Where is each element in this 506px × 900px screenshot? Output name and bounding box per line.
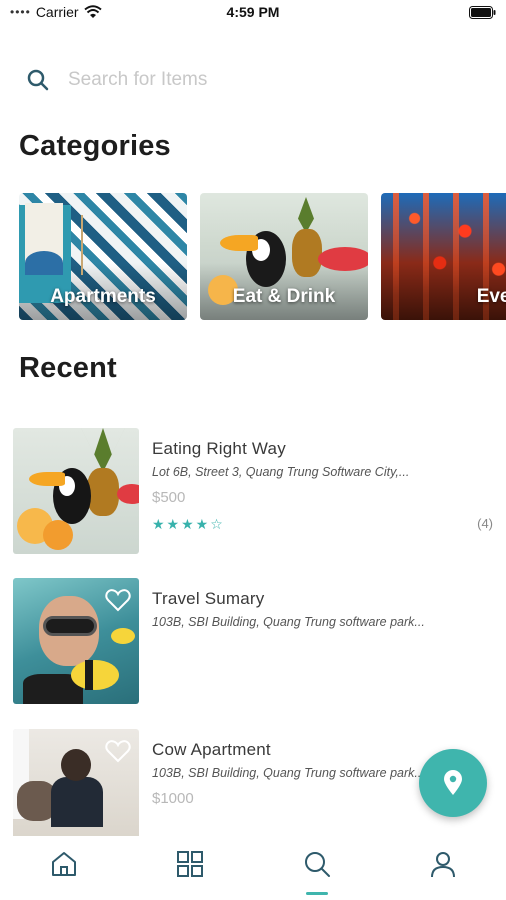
item-thumbnail xyxy=(13,578,139,704)
categories-title: Categories xyxy=(19,130,171,162)
status-bar: •••• Carrier 4:59 PM xyxy=(0,0,506,26)
item-address: 103B, SBI Building, Quang Trung software… xyxy=(152,766,425,780)
tab-bar xyxy=(0,836,506,900)
battery-icon xyxy=(469,6,496,19)
item-title: Cow Apartment xyxy=(152,740,271,759)
item-title: Travel Sumary xyxy=(152,589,265,608)
active-tab-indicator xyxy=(306,892,328,895)
category-label: Eat & Drink xyxy=(232,286,336,307)
category-card-apartments[interactable]: Apartments xyxy=(19,193,187,320)
categories-carousel[interactable]: Apartments Eat & Drink Events xyxy=(19,193,506,321)
heart-outline-icon[interactable] xyxy=(105,588,131,612)
map-fab-button[interactable] xyxy=(419,749,487,817)
status-time: 4:59 PM xyxy=(226,4,280,20)
map-pin-icon xyxy=(444,770,462,795)
category-label: Apartments xyxy=(50,286,156,307)
tab-home[interactable] xyxy=(34,850,94,894)
item-address: Lot 6B, Street 3, Quang Trung Software C… xyxy=(152,465,410,479)
item-title: Eating Right Way xyxy=(152,439,286,458)
grid-icon xyxy=(177,851,203,877)
item-price: $1000 xyxy=(152,790,194,807)
category-card-eat-drink[interactable]: Eat & Drink xyxy=(200,193,368,320)
item-address: 103B, SBI Building, Quang Trung software… xyxy=(152,615,425,629)
search-icon xyxy=(27,69,49,91)
category-card-events[interactable]: Events xyxy=(381,193,506,320)
search-bar[interactable] xyxy=(22,60,482,100)
tab-profile[interactable] xyxy=(413,850,473,894)
review-count: (4) xyxy=(477,516,493,531)
category-label: Events xyxy=(476,286,506,307)
heart-outline-icon[interactable] xyxy=(105,739,131,763)
star-rating: ★★★★☆ xyxy=(152,516,225,532)
item-thumbnail xyxy=(13,428,139,554)
search-icon xyxy=(305,852,330,877)
item-price: $500 xyxy=(152,489,186,506)
list-item[interactable]: Eating Right Way Lot 6B, Street 3, Quang… xyxy=(13,428,506,554)
recent-title: Recent xyxy=(19,352,117,384)
tab-categories[interactable] xyxy=(160,850,220,894)
user-icon xyxy=(431,852,455,878)
tab-search[interactable] xyxy=(287,850,347,894)
search-input[interactable] xyxy=(68,69,448,91)
list-item[interactable]: Travel Sumary 103B, SBI Building, Quang … xyxy=(13,578,506,704)
home-icon xyxy=(52,852,76,876)
